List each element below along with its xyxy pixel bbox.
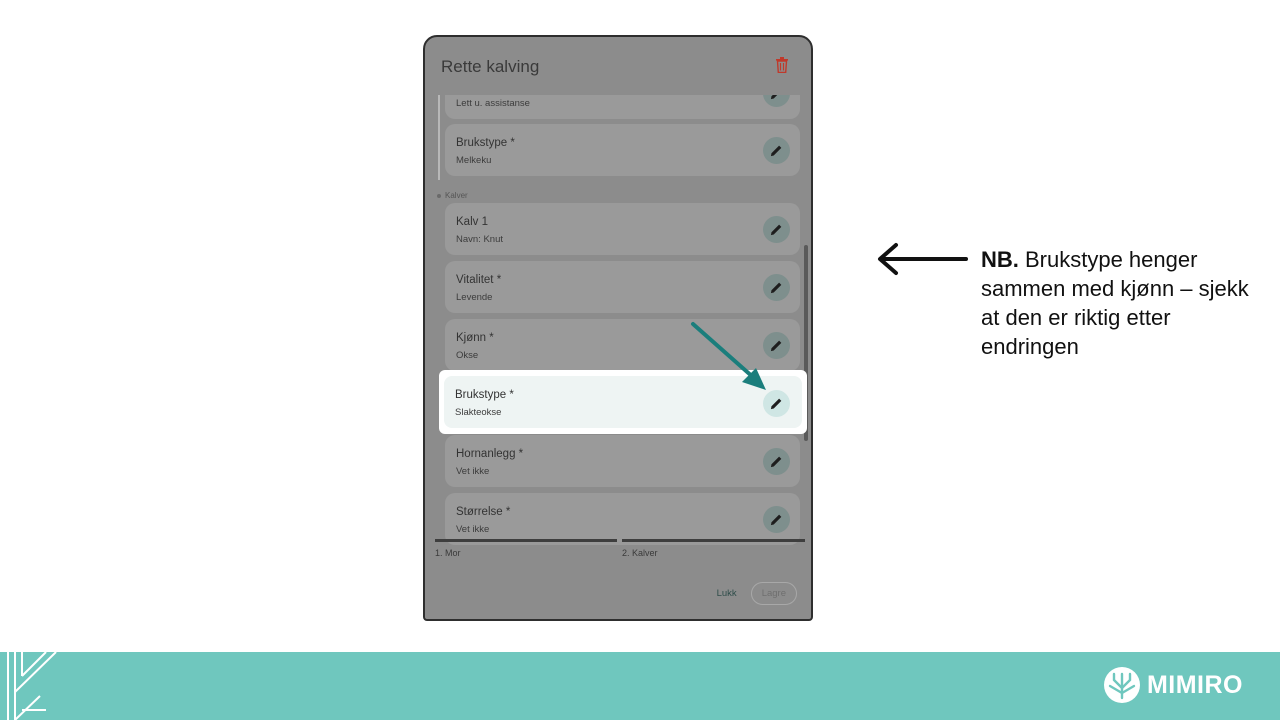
close-button[interactable]: Lukk bbox=[717, 588, 737, 599]
card-title: Kjønn * bbox=[456, 332, 494, 344]
pencil-icon bbox=[770, 95, 778, 100]
card-value: Vet ikke bbox=[456, 524, 490, 535]
edit-button[interactable] bbox=[763, 95, 790, 107]
card-title: Vitalitet * bbox=[456, 274, 502, 286]
step-bar bbox=[435, 539, 617, 542]
card-value: Navn: Knut bbox=[456, 234, 503, 245]
card-value: Levende bbox=[456, 292, 493, 303]
footer-banner: MIMIRO bbox=[0, 652, 1280, 720]
card-value: Melkeku bbox=[456, 155, 492, 166]
dialog-title: Rette kalving bbox=[441, 57, 540, 76]
edit-button[interactable] bbox=[763, 448, 790, 475]
card-value: Okse bbox=[456, 350, 479, 361]
edit-button[interactable] bbox=[763, 216, 790, 243]
save-button[interactable]: Lagre bbox=[750, 582, 797, 605]
mimiro-logo-icon bbox=[1103, 667, 1140, 703]
stepper: 1. Mor 2. Kalver bbox=[435, 539, 805, 569]
card-title: Brukstype * bbox=[455, 389, 514, 401]
card-calf-1[interactable]: Kalv 1 Navn: Knut bbox=[445, 203, 800, 255]
section-label-text: Kalver bbox=[445, 191, 468, 200]
dot-icon bbox=[437, 193, 441, 198]
card-title: Brukstype * bbox=[456, 137, 515, 149]
section-line bbox=[438, 95, 440, 180]
pencil-icon bbox=[770, 514, 782, 526]
step-label: 2. Kalver bbox=[622, 548, 658, 558]
card-vitalitet[interactable]: Vitalitet * Levende bbox=[445, 261, 800, 313]
brand-name: MIMIRO bbox=[1146, 670, 1243, 699]
edit-button[interactable] bbox=[763, 137, 790, 164]
edit-button[interactable] bbox=[763, 274, 790, 301]
card-hornanlegg[interactable]: Hornanlegg * Vet ikke bbox=[445, 435, 800, 487]
pointer-arrow-icon bbox=[691, 322, 766, 390]
card-value: Slakteokse bbox=[455, 407, 502, 418]
card-title: Størrelse * bbox=[456, 506, 511, 518]
pencil-icon bbox=[770, 145, 782, 157]
card-value: Lett u. assistanse bbox=[456, 98, 530, 109]
step-bar bbox=[622, 539, 805, 542]
brand: MIMIRO bbox=[1103, 666, 1243, 704]
card-storrelse[interactable]: Størrelse * Vet ikke bbox=[445, 493, 800, 545]
trash-icon[interactable] bbox=[775, 57, 789, 73]
left-arrow-icon bbox=[878, 243, 968, 275]
card-brukstype-mother[interactable]: Brukstype * Melkeku bbox=[445, 124, 800, 176]
annotation-text: NB. Brukstype henger sammen med kjønn – … bbox=[981, 245, 1271, 361]
pencil-icon bbox=[770, 224, 782, 236]
card-value: Vet ikke bbox=[456, 466, 490, 477]
card-assistance[interactable]: Lett u. assistanse bbox=[445, 95, 800, 119]
pencil-icon bbox=[770, 456, 782, 468]
step-mor[interactable]: 1. Mor bbox=[435, 539, 617, 565]
step-kalver[interactable]: 2. Kalver bbox=[622, 539, 805, 565]
slide: Rette kalving Lett u. assistanse Bruksty… bbox=[0, 0, 1280, 720]
card-title: Hornanlegg * bbox=[456, 448, 524, 460]
decorative-lines-icon bbox=[7, 652, 57, 720]
annotation-body: Brukstype henger sammen med kjønn – sjek… bbox=[981, 247, 1249, 359]
step-label: 1. Mor bbox=[435, 548, 461, 558]
edit-button[interactable] bbox=[763, 506, 790, 533]
dialog-footer: Lukk Lagre bbox=[717, 582, 797, 605]
pencil-icon bbox=[770, 282, 782, 294]
card-title: Kalv 1 bbox=[456, 216, 488, 228]
section-label-calves: Kalver bbox=[437, 191, 468, 200]
annotation-bold: NB. bbox=[981, 247, 1019, 272]
